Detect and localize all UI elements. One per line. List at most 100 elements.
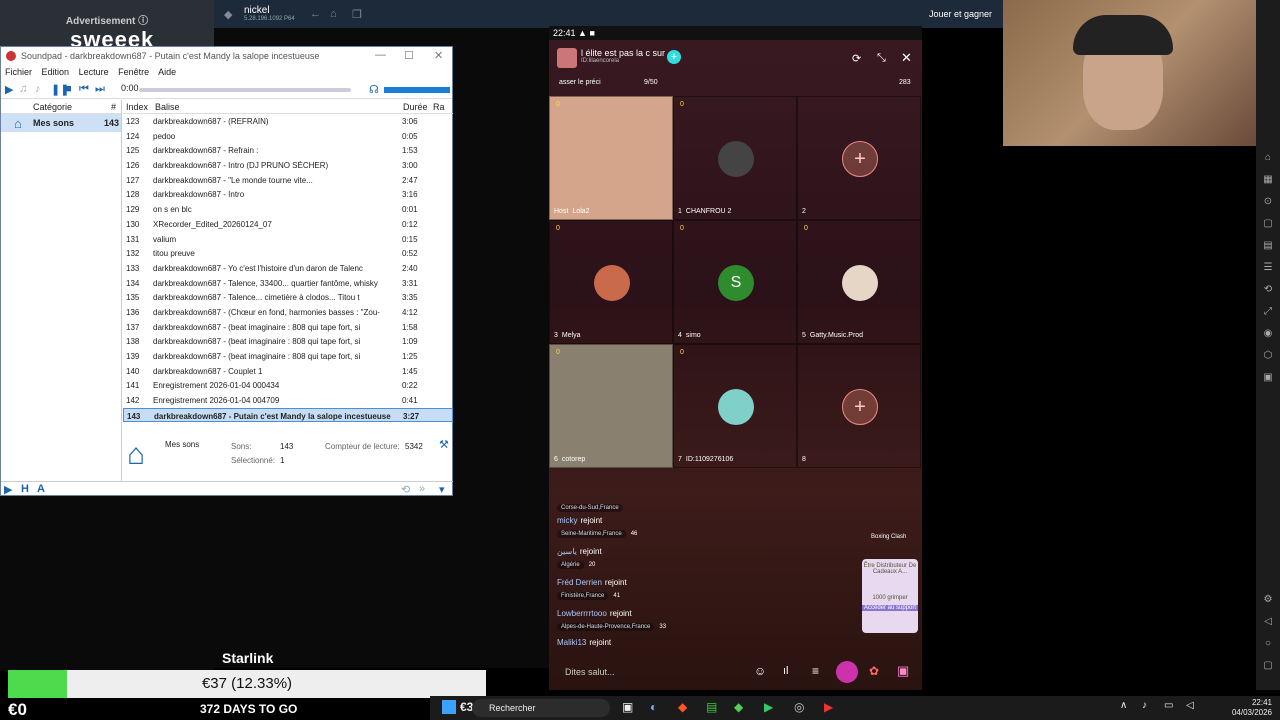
tool-icon-11[interactable]: ▣ — [1256, 372, 1280, 394]
home-nav-icon[interactable]: ○ — [1256, 638, 1280, 660]
add-seat-icon[interactable]: + — [842, 141, 878, 177]
spreadsheet-icon[interactable]: ▤ — [706, 700, 717, 714]
tab-title[interactable]: nickel 5.28.196.1092 P64 — [244, 5, 295, 22]
table-row[interactable]: 125 darkbreakdown687 - Refrain : 1:53 — [123, 143, 453, 158]
chat-user[interactable]: Maliki13 — [557, 638, 586, 647]
promo-button[interactable]: Accéder au support — [862, 605, 918, 611]
next-icon[interactable]: ⏭ — [95, 83, 105, 96]
headset-icon[interactable]: ☊ — [369, 83, 379, 96]
chat-message[interactable]: ياسين rejoint Algérie 20 — [557, 547, 602, 569]
table-row[interactable]: 135 darkbreakdown687 - Talence... cimetiè… — [123, 290, 453, 305]
tabs-icon[interactable]: ❐ — [352, 8, 362, 21]
boxing-clash[interactable]: Boxing Clash — [871, 534, 906, 540]
seat-5[interactable]: 0 5 Gatty.Music.Prod — [797, 220, 921, 344]
status-flag-icon[interactable]: ▾ — [439, 483, 445, 496]
emoji-icon[interactable]: ☺ — [754, 664, 766, 678]
table-row[interactable]: 129 on s en blc 0:01 — [123, 202, 453, 217]
seat-8[interactable]: +8 — [797, 344, 921, 468]
audio-icon[interactable]: ıl — [783, 665, 789, 677]
table-row[interactable]: 139 darkbreakdown687 - (beat imaginaire :… — [123, 349, 453, 364]
menu-edition[interactable]: Edition — [42, 67, 70, 77]
table-row[interactable]: 130 XRecorder_Edited_20260124_07 0:12 — [123, 217, 453, 232]
menu-lecture[interactable]: Lecture — [79, 67, 109, 77]
chat-message[interactable]: Lowberrrrtooo rejoint Alpes-de-Haute-Prove… — [557, 609, 666, 631]
chat-message[interactable]: micky rejoint Seine-Maritime,France 46 — [557, 516, 637, 538]
table-row[interactable]: 132 titou preuve 0:52 — [123, 246, 453, 261]
refresh-icon[interactable]: ⟳ — [852, 52, 861, 65]
menu-fenetre[interactable]: Fenêtre — [118, 67, 149, 77]
table-row[interactable]: 142 Enregistrement 2026-01-04 004709 0:41 — [123, 393, 453, 408]
shrink-icon[interactable]: ⤡ — [877, 52, 886, 65]
tool-icon-2[interactable]: ▦ — [1256, 174, 1280, 196]
seat-Host[interactable]: 0 Host Lola2 — [549, 96, 673, 220]
menu-fichier[interactable]: Fichier — [5, 67, 32, 77]
back-nav-icon[interactable]: ◁ — [1256, 616, 1280, 638]
back-icon[interactable]: ← — [310, 8, 321, 20]
table-row[interactable]: 134 darkbreakdown687 - Talence, 33400... … — [123, 276, 453, 291]
wrench-icon[interactable]: ⚒ — [439, 438, 449, 451]
table-row[interactable]: 131 valium 0:15 — [123, 232, 453, 247]
chat-user[interactable]: Lowberrrrtooo — [557, 609, 607, 618]
table-row[interactable]: 124 pedoo 0:05 — [123, 129, 453, 144]
mic-tray-icon[interactable]: ♪ — [1142, 700, 1147, 711]
play-store-icon[interactable]: ▶ — [764, 700, 773, 714]
comment-input[interactable]: Dites salut... — [565, 667, 615, 677]
seek-bar[interactable] — [139, 88, 351, 92]
duree-col[interactable]: Durée — [403, 102, 428, 112]
rose-icon[interactable]: ✿ — [869, 664, 879, 678]
soundpad-titlebar[interactable]: Soundpad - darkbreakdown687 - Putain c'e… — [1, 47, 452, 67]
tool-icon-7[interactable]: ⟲ — [1256, 284, 1280, 306]
status-a-icon[interactable]: A — [37, 483, 45, 495]
headphones-icon[interactable]: ♫ — [19, 83, 27, 95]
follow-plus-icon[interactable]: + — [667, 50, 681, 64]
status-play-icon[interactable]: ▶ — [4, 483, 12, 496]
youtube-icon[interactable]: ▶ — [824, 700, 833, 714]
table-row[interactable]: 126 darkbreakdown687 - Intro (DJ PRUNO SÉ… — [123, 158, 453, 173]
forward-icon[interactable]: » — [419, 483, 425, 495]
room-avatar[interactable] — [557, 48, 577, 68]
tool-icon-4[interactable]: ▢ — [1256, 218, 1280, 240]
seat-7[interactable]: 0 7 ID:1109276106 — [673, 344, 797, 468]
close-room-icon[interactable]: ✕ — [901, 50, 912, 66]
repeat-icon[interactable]: ⟲ — [401, 483, 410, 496]
network-icon[interactable]: ▭ — [1164, 700, 1173, 711]
previous-icon[interactable]: ⏮ — [79, 83, 89, 96]
nickel-taskbar-icon[interactable]: ◆ — [734, 700, 743, 714]
seat-4[interactable]: 0 S 4 simo — [673, 220, 797, 344]
play-icon[interactable]: ▶ — [5, 83, 13, 96]
seat-3[interactable]: 0 3 Melya — [549, 220, 673, 344]
menu-icon[interactable]: ≡ — [812, 664, 819, 678]
promo-card[interactable]: Être Distributeur De Cadeaux A... 1000 g… — [862, 559, 918, 633]
search-box[interactable]: Rechercher — [472, 699, 610, 717]
hash-col[interactable]: # — [111, 102, 116, 112]
table-row[interactable]: 127 darkbreakdown687 - "Le monde tourne v… — [123, 173, 453, 188]
table-row[interactable]: 136 darkbreakdown687 - (Chœur en fond, ha… — [123, 305, 453, 320]
table-row[interactable]: 128 darkbreakdown687 - Intro 3:16 — [123, 187, 453, 202]
tool-icon-8[interactable]: ⤢ — [1256, 306, 1280, 328]
ra-col[interactable]: Ra — [433, 102, 445, 112]
category-col[interactable]: Catégorie — [33, 102, 72, 112]
tool-icon-9[interactable]: ◉ — [1256, 328, 1280, 350]
home-icon[interactable]: ⌂ — [330, 8, 337, 20]
game-icon[interactable] — [836, 661, 858, 683]
status-h-icon[interactable]: H — [21, 483, 29, 495]
clock[interactable]: 22:41 04/03/2026 — [1232, 698, 1272, 718]
seat-1[interactable]: 0 1 CHANFROU 2 — [673, 96, 797, 220]
table-row[interactable]: 140 darkbreakdown687 - Couplet 1 1:45 — [123, 364, 453, 379]
brave-icon[interactable]: ◆ — [678, 700, 687, 714]
chat-user[interactable]: Fréd Derrien — [557, 578, 602, 587]
tool-icon-1[interactable]: ⌂ — [1256, 152, 1280, 174]
balise-col[interactable]: Balise — [155, 102, 180, 112]
index-col[interactable]: Index — [126, 102, 148, 112]
room-title[interactable]: l élite est pas la c sur ID:lilaencorela — [581, 48, 665, 64]
tray-chevron-icon[interactable]: ∧ — [1120, 700, 1127, 711]
tool-icon-6[interactable]: ☰ — [1256, 262, 1280, 284]
minimize-icon[interactable]: — — [375, 49, 386, 61]
category-mes-sons[interactable]: ⌂ Mes sons 143 — [1, 114, 121, 132]
obs-icon[interactable]: ◎ — [794, 700, 804, 714]
recent-nav-icon[interactable]: ▢ — [1256, 660, 1280, 682]
chat-message[interactable]: Corse-du-Sud,France — [557, 499, 623, 512]
volume-icon[interactable]: ◁ — [1186, 700, 1194, 711]
seat-2[interactable]: +2 — [797, 96, 921, 220]
table-row[interactable]: 143 darkbreakdown687 - Putain c'est Mandy… — [123, 407, 453, 423]
